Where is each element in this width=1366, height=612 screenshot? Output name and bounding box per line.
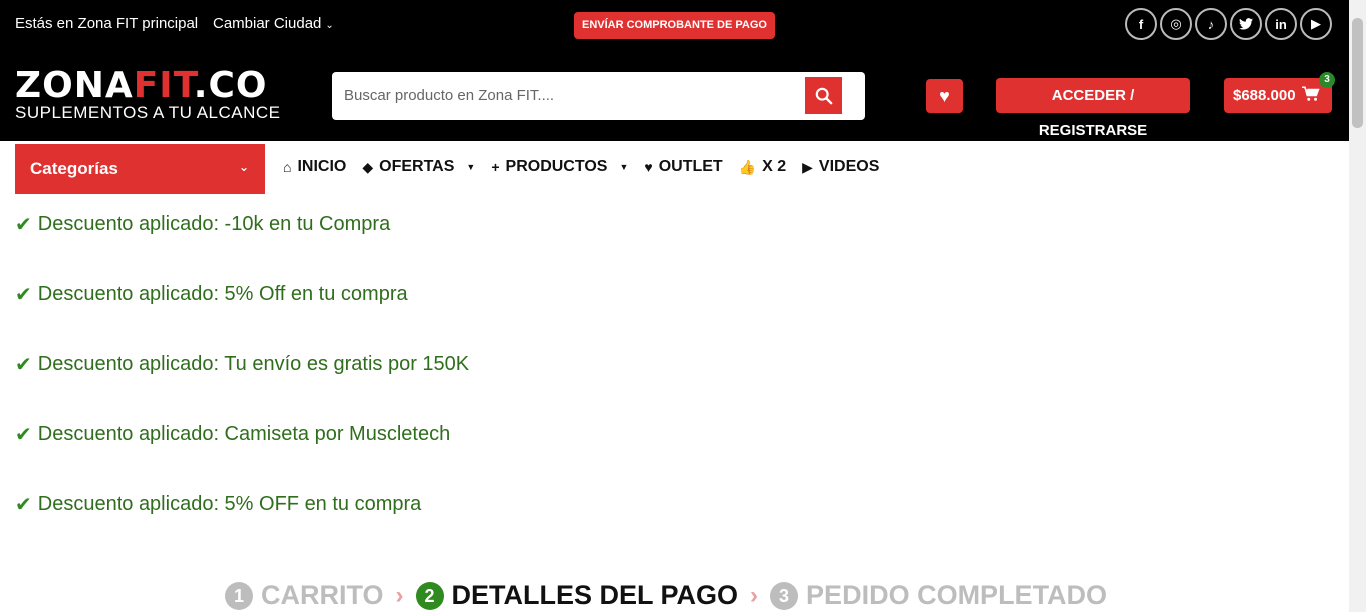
step-label: DETALLES DEL PAGO [451,580,739,610]
nav-item-label: VIDEOS [818,158,880,175]
categories-dropdown[interactable]: Categorías ⌄ [15,144,265,194]
tag-icon: ◆ [362,158,374,175]
facebook-icon[interactable]: f [1125,8,1157,40]
chevron-right-icon: › [395,581,404,609]
discount-notice: ✔ Descuento aplicado: -10k en tu Compra [15,212,390,237]
logo-zona: ZONA [15,65,134,106]
step-number: 1 [225,581,253,610]
check-icon: ✔ [15,424,32,446]
nav-item-ofertas[interactable]: ◆ OFERTAS ▼ [362,158,475,176]
social-links: f ◎ ♪ in ▶ [1125,8,1332,40]
chevron-right-icon: › [750,581,759,609]
check-icon: ✔ [15,494,32,516]
discount-notice-text: Descuento aplicado: Camiseta por Musclet… [37,423,451,445]
cart-count-badge: 3 [1319,72,1335,88]
page-scrollbar[interactable] [1349,0,1366,612]
search-button[interactable] [805,77,842,114]
step-number: 2 [415,581,444,610]
discount-notice: ✔ Descuento aplicado: Camiseta por Muscle… [15,422,450,447]
linkedin-icon[interactable]: in [1265,8,1297,40]
discount-notice-text: Descuento aplicado: 5% OFF en tu compra [37,493,422,515]
login-register-button[interactable]: ACCEDER / REGISTRARSE [996,78,1190,139]
step-label: PEDIDO COMPLETADO [806,580,1108,610]
twitter-icon[interactable] [1230,8,1262,40]
nav-item-label: PRODUCTOS [505,158,608,175]
cart-icon [1301,86,1320,101]
thumbs-up-icon: 👍 [738,158,757,175]
check-icon: ✔ [15,354,32,376]
logo-co: .CO [193,65,268,106]
nav-item-productos[interactable]: + PRODUCTOS ▼ [491,158,628,176]
discount-notice: ✔ Descuento aplicado: Tu envío es gratis … [15,352,469,377]
discount-notice-text: Descuento aplicado: -10k en tu Compra [37,213,391,235]
change-city-dropdown[interactable]: Cambiar Ciudad ⌄ [213,15,334,32]
youtube-icon: ▶ [802,158,813,175]
logo-wordmark: ZONAFIT.CO [15,68,281,104]
search-icon [815,87,832,104]
chevron-down-icon: ⌄ [325,20,334,31]
twitter-bird-glyph [1239,18,1253,30]
nav-item-label: INICIO [297,158,347,175]
discount-notice: ✔ Descuento aplicado: 5% OFF en tu compra [15,492,421,517]
search-input[interactable]: Buscar producto en Zona FIT.... [344,87,554,104]
youtube-icon[interactable]: ▶ [1300,8,1332,40]
discount-notice-text: Descuento aplicado: Tu envío es gratis p… [37,353,470,375]
logo-tagline: SUPLEMENTOS A TU ALCANCE [15,103,281,122]
step-order-complete: 3 PEDIDO COMPLETADO [770,580,1107,611]
nav-item-label: OFERTAS [379,158,455,175]
step-label: CARRITO [261,580,384,610]
caret-down-icon: ▼ [466,162,476,172]
nav-item-label: X 2 [762,158,787,175]
tiktok-icon[interactable]: ♪ [1195,8,1227,40]
nav-item-label: OUTLET [658,158,723,175]
step-payment-details: 2 DETALLES DEL PAGO [415,580,739,611]
heart-icon: ♥ [644,159,653,175]
site-header: ZONAFIT.CO SUPLEMENTOS A TU ALCANCE Busc… [0,48,1349,141]
instagram-icon[interactable]: ◎ [1160,8,1192,40]
site-logo[interactable]: ZONAFIT.CO SUPLEMENTOS A TU ALCANCE [15,68,281,122]
step-cart[interactable]: 1 CARRITO [225,580,384,611]
home-icon: ⌂ [283,159,292,175]
check-icon: ✔ [15,214,32,236]
plus-icon: + [491,159,500,175]
checkout-steps: 1 CARRITO › 2 DETALLES DEL PAGO › 3 PEDIDO … [225,580,1107,611]
send-payment-proof-button[interactable]: ENVÍAR COMPROBANTE DE PAGO [574,12,775,39]
check-icon: ✔ [15,284,32,306]
discount-notice: ✔ Descuento aplicado: 5% Off en tu compra [15,282,408,307]
scrollbar-thumb[interactable] [1352,18,1363,128]
discount-notice-text: Descuento aplicado: 5% Off en tu compra [37,283,408,305]
nav-item-inicio[interactable]: ⌂ INICIO [283,158,346,176]
caret-down-icon: ▼ [619,162,629,172]
cart-button[interactable]: $688.000 3 [1224,72,1335,113]
top-bar: Estás en Zona FIT principal Cambiar Ciud… [0,0,1349,48]
chevron-down-icon: ⌄ [239,160,250,174]
heart-icon: ♥ [939,85,950,106]
nav-item-videos[interactable]: ▶ VIDEOS [802,158,879,176]
search-bar[interactable]: Buscar producto en Zona FIT.... [332,72,865,120]
step-number: 3 [770,581,799,610]
change-city-label: Cambiar Ciudad [213,15,322,32]
nav-item-x2[interactable]: 👍 X 2 [739,158,786,176]
categories-label: Categorías [30,159,118,178]
main-nav: ⌂ INICIO ◆ OFERTAS ▼ + PRODUCTOS ▼ ♥ OUTLET 👍 X… [283,158,879,176]
wishlist-button[interactable]: ♥ [926,79,963,113]
nav-item-outlet[interactable]: ♥ OUTLET [644,158,722,176]
location-text: Estás en Zona FIT principal [15,15,199,32]
logo-fit: FIT [133,65,194,106]
cart-total: $688.000 [1233,87,1296,104]
